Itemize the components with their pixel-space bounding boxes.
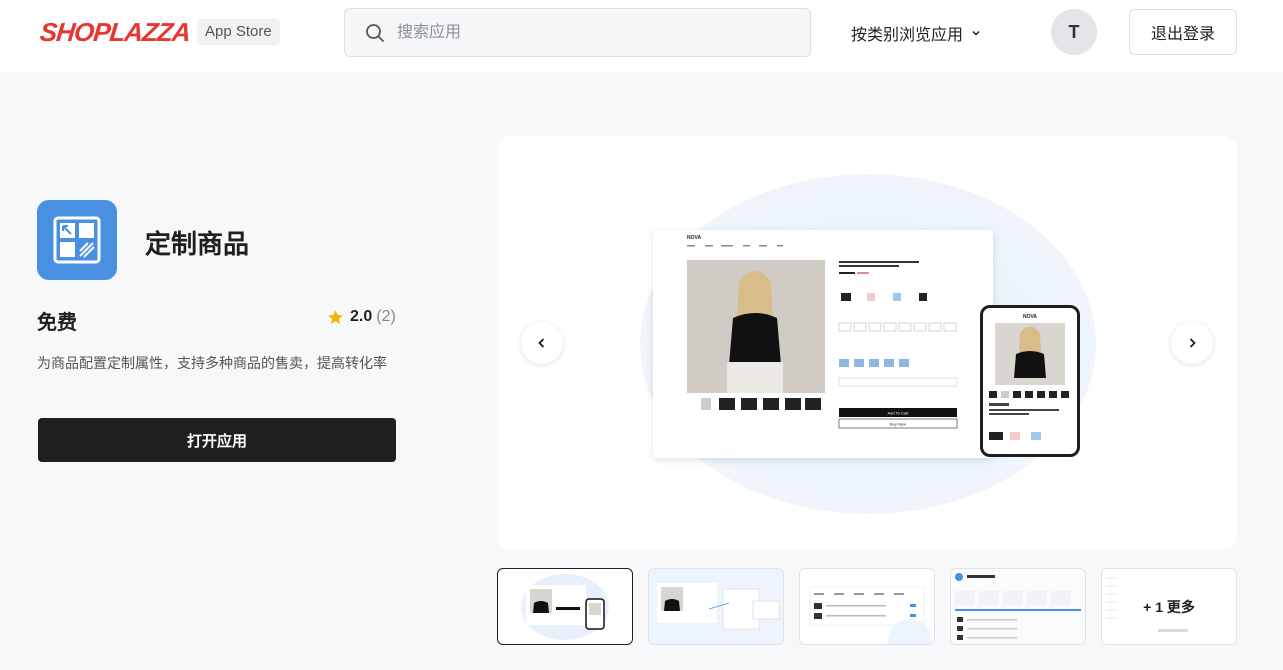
logout-button[interactable]: 退出登录 bbox=[1129, 9, 1237, 55]
thumbnail-3[interactable] bbox=[799, 568, 935, 645]
thumbnail-2[interactable] bbox=[648, 568, 784, 645]
carousel-next-button[interactable] bbox=[1171, 322, 1213, 364]
user-avatar[interactable]: T bbox=[1051, 9, 1097, 55]
app-rating[interactable]: 2.0 (2) bbox=[327, 308, 396, 326]
mock-add-to-cart: Add To Cart bbox=[887, 411, 909, 416]
rating-count: (2) bbox=[376, 308, 396, 325]
brand-name: SHOPLAZZA bbox=[38, 16, 192, 47]
thumbnail-4[interactable] bbox=[950, 568, 1086, 645]
carousel-prev-button[interactable] bbox=[521, 322, 563, 364]
mock-mobile-store-name: NOVA bbox=[1023, 314, 1037, 320]
desktop-storefront-preview: NOVA Add To Cart Buy Now bbox=[653, 230, 993, 458]
chevron-left-icon bbox=[538, 338, 545, 348]
browse-categories-dropdown[interactable]: 按类别浏览应用 bbox=[851, 22, 981, 44]
screenshot-thumbnails: + 1 更多 bbox=[497, 568, 1237, 645]
thumbnail-5-more[interactable]: + 1 更多 bbox=[1101, 568, 1237, 645]
rating-score: 2.0 bbox=[350, 308, 373, 325]
star-icon bbox=[328, 309, 343, 324]
chevron-down-icon bbox=[972, 30, 980, 36]
mobile-storefront-preview: NOVA bbox=[980, 305, 1080, 457]
thumbnail-1[interactable] bbox=[497, 568, 633, 645]
app-price: 免费 bbox=[37, 312, 77, 334]
search-bar bbox=[344, 8, 811, 57]
app-icon bbox=[37, 200, 117, 280]
open-app-button[interactable]: 打开应用 bbox=[38, 418, 396, 462]
more-screenshots-label: + 1 更多 bbox=[1102, 569, 1236, 644]
custom-product-icon bbox=[53, 216, 101, 264]
app-title: 定制商品 bbox=[145, 229, 250, 259]
screenshot-carousel: NOVA Add To Cart Buy Now NOVA bbox=[497, 136, 1237, 550]
chevron-right-icon bbox=[1189, 338, 1196, 348]
browse-categories-label: 按类别浏览应用 bbox=[851, 27, 964, 44]
app-description: 为商品配置定制属性，支持多种商品的售卖，提高转化率 bbox=[37, 355, 387, 371]
app-store-badge: App Store bbox=[197, 19, 280, 45]
search-input[interactable] bbox=[397, 9, 797, 56]
mock-store-name: NOVA bbox=[687, 235, 701, 241]
top-header: SHOPLAZZA App Store 按类别浏览应用 T 退出登录 bbox=[0, 0, 1283, 72]
shoplazza-logo[interactable]: SHOPLAZZA bbox=[36, 14, 191, 50]
mock-buy-now: Buy Now bbox=[890, 422, 906, 427]
search-icon bbox=[366, 24, 384, 42]
